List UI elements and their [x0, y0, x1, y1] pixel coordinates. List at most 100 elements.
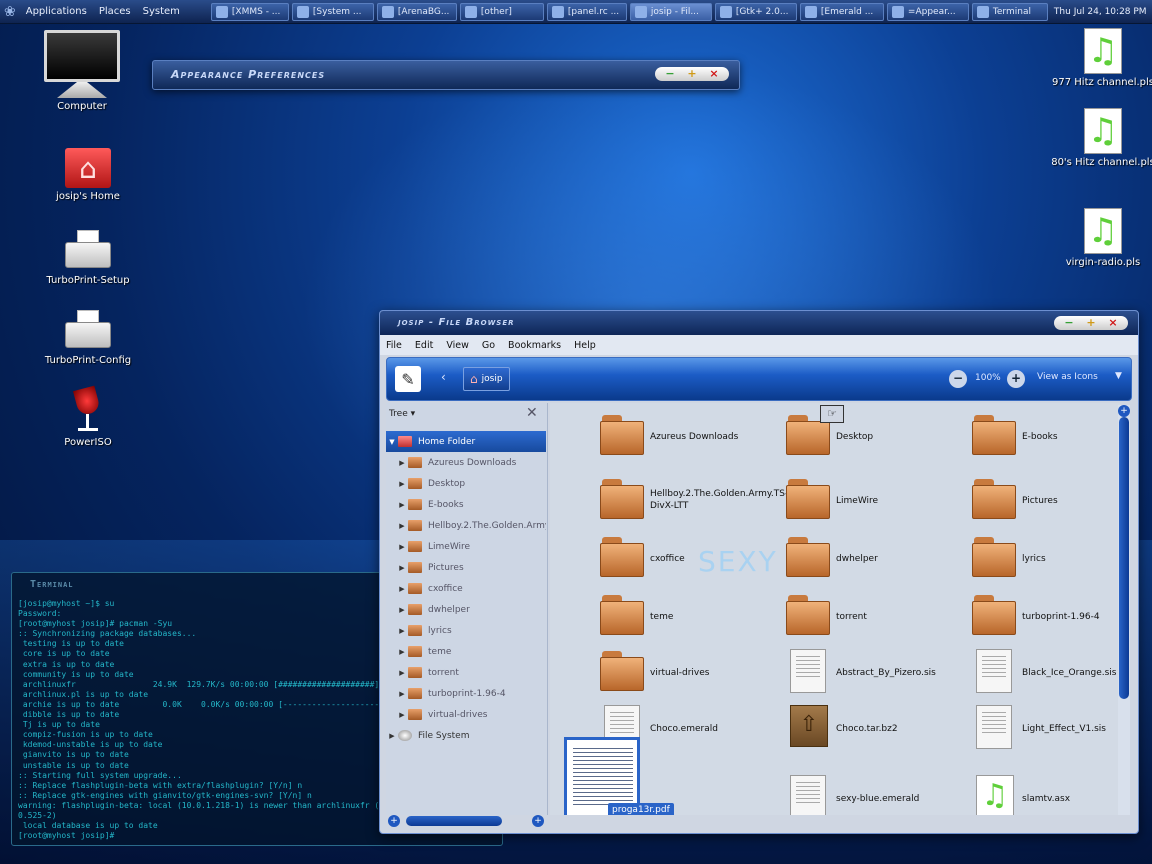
minimize-button[interactable]: − [659, 67, 681, 81]
expander-right-icon[interactable]: ▶ [396, 522, 408, 530]
scrollbar-thumb[interactable] [1119, 417, 1129, 699]
folder-item[interactable]: virtual-drives [600, 647, 786, 703]
tree-item[interactable]: ▶ File System [386, 725, 546, 746]
menu-view[interactable]: View [446, 340, 469, 351]
taskbar-button[interactable]: [XMMS - ... [210, 2, 289, 21]
expander-right-icon[interactable]: ▶ [396, 711, 408, 719]
tree-item[interactable]: ▶ cxoffice [386, 578, 546, 599]
scrollbar-thumb[interactable] [406, 816, 502, 826]
terminal-output[interactable]: [josip@myhost ~]$ su Password: [root@myhos… [18, 599, 408, 841]
folder-item[interactable]: dwhelper [786, 533, 972, 589]
folder-item[interactable]: Azureus Downloads [600, 411, 786, 467]
appearance-preferences-window[interactable]: Appearance Preferences − + × [152, 60, 740, 90]
file-item[interactable]: Abstract_By_Pizero.sis [786, 647, 972, 703]
desktop-icon-home[interactable]: josip's Home [33, 148, 143, 202]
taskbar-button[interactable]: josip - Fil... [629, 2, 712, 21]
desktop-icon-poweriso[interactable]: PowerISO [33, 385, 143, 448]
tree-item[interactable]: ▶ Hellboy.2.The.Golden.Army.T [386, 515, 546, 536]
vertical-scrollbar[interactable]: + [1118, 405, 1130, 815]
tree-item[interactable]: ▶ torrent [386, 662, 546, 683]
expander-right-icon[interactable]: ▶ [396, 627, 408, 635]
view-mode-select[interactable]: View as Icons [1037, 372, 1098, 382]
expander-right-icon[interactable]: ▶ [396, 648, 408, 656]
tree-item[interactable]: ▶ E-books [386, 494, 546, 515]
zoom-out-icon[interactable]: − [949, 370, 967, 388]
zoom-level[interactable]: 100% [975, 373, 1001, 383]
horizontal-scrollbar[interactable]: + + [388, 815, 544, 827]
tree-item[interactable]: ▶ lyrics [386, 620, 546, 641]
file-item[interactable]: Light_Effect_V1.sis [972, 703, 1120, 759]
menu-go[interactable]: Go [482, 340, 495, 351]
tree-item[interactable]: ▶ Desktop [386, 473, 546, 494]
file-item[interactable]: Black_Ice_Orange.sis [972, 647, 1120, 703]
minimize-button[interactable]: − [1058, 316, 1080, 330]
file-browser-window[interactable]: josip - File Browser − + × File Edit Vie… [379, 310, 1139, 834]
folder-item[interactable]: lyrics [972, 533, 1120, 589]
file-item[interactable]: proga13r.pdf [564, 737, 786, 815]
breadcrumb-home[interactable]: ⌂ josip [463, 367, 510, 391]
tree-item[interactable]: ▼ Home Folder [386, 431, 546, 452]
folder-item[interactable]: Pictures [972, 475, 1120, 531]
folder-item[interactable]: turboprint-1.96-4 [972, 591, 1120, 647]
expander-right-icon[interactable]: ▶ [396, 585, 408, 593]
file-item[interactable]: Choco.tar.bz2 [786, 703, 972, 759]
menu-help[interactable]: Help [574, 340, 596, 351]
taskbar-button[interactable]: [ArenaBG... [376, 2, 457, 21]
expander-right-icon[interactable]: ▶ [396, 543, 408, 551]
folder-item[interactable]: Hellboy.2.The.Golden.Army.TS-DivX-LTT [600, 475, 788, 531]
chevron-down-icon[interactable]: ▼ [1115, 371, 1122, 381]
taskbar-button[interactable]: Terminal [971, 2, 1048, 21]
expander-right-icon[interactable]: ▶ [386, 732, 398, 740]
tree-item[interactable]: ▶ virtual-drives [386, 704, 546, 725]
scroll-up-button[interactable]: + [1118, 405, 1130, 417]
menu-system[interactable]: System [137, 6, 186, 17]
menu-applications[interactable]: Applications [20, 6, 93, 17]
tree-item[interactable]: ▶ LimeWire [386, 536, 546, 557]
expander-right-icon[interactable]: ▶ [396, 606, 408, 614]
back-arrow-icon[interactable]: ‹ [441, 370, 446, 384]
close-sidebar-icon[interactable]: ✕ [526, 405, 538, 421]
sidebar-mode-select[interactable]: Tree ▾ [389, 409, 415, 419]
folder-item[interactable]: E-books [972, 411, 1120, 467]
desktop-icon-turboprint-config[interactable]: TurboPrint-Config [33, 310, 143, 366]
scroll-left-button[interactable]: + [388, 815, 400, 827]
expander-down-icon[interactable]: ▼ [386, 438, 398, 446]
expander-right-icon[interactable]: ▶ [396, 564, 408, 572]
taskbar-button[interactable]: [Gtk+ 2.0... [714, 2, 797, 21]
folder-item[interactable]: teme [600, 591, 786, 647]
tree-item[interactable]: ▶ Pictures [386, 557, 546, 578]
expander-right-icon[interactable]: ▶ [396, 669, 408, 677]
window-title[interactable]: Appearance Preferences [171, 68, 325, 81]
file-item[interactable]: sexy-blue.emerald [786, 773, 972, 815]
taskbar-button[interactable]: [Emerald ... [799, 2, 884, 21]
close-button[interactable]: × [1102, 316, 1124, 330]
folder-item[interactable]: Desktop [786, 411, 972, 467]
taskbar-button[interactable]: [panel.rc ... [546, 2, 627, 21]
expander-right-icon[interactable]: ▶ [396, 459, 408, 467]
menu-places[interactable]: Places [93, 6, 137, 17]
maximize-button[interactable]: + [1080, 316, 1102, 330]
close-button[interactable]: × [703, 67, 725, 81]
menu-file[interactable]: File [386, 340, 402, 351]
expander-right-icon[interactable]: ▶ [396, 501, 408, 509]
edit-location-icon[interactable]: ✎ [395, 366, 421, 392]
clock[interactable]: Thu Jul 24, 10:28 PM [1054, 7, 1147, 17]
file-browser-titlebar[interactable]: josip - File Browser − + × [380, 311, 1138, 335]
desktop-icon-computer[interactable]: Computer [27, 30, 137, 112]
expander-right-icon[interactable]: ▶ [396, 690, 408, 698]
menu-bookmarks[interactable]: Bookmarks [508, 340, 561, 351]
file-icon-view[interactable]: SEXY Azureus Downloads Desktop E-books Hell… [550, 403, 1120, 815]
zoom-in-icon[interactable]: + [1007, 370, 1025, 388]
desktop-icon-80s-hitz[interactable]: 80's Hitz channel.pls [1048, 108, 1152, 168]
taskbar-button[interactable]: [System ... [291, 2, 374, 21]
file-item[interactable]: slamtv.asx [972, 773, 1120, 815]
scroll-right-button[interactable]: + [532, 815, 544, 827]
desktop-icon-977-hitz[interactable]: 977 Hitz channel.pls [1048, 28, 1152, 88]
tree-item[interactable]: ▶ dwhelper [386, 599, 546, 620]
expander-right-icon[interactable]: ▶ [396, 480, 408, 488]
tree-item[interactable]: ▶ turboprint-1.96-4 [386, 683, 546, 704]
desktop-icon-turboprint-setup[interactable]: TurboPrint-Setup [33, 230, 143, 286]
tree-item[interactable]: ▶ Azureus Downloads [386, 452, 546, 473]
folder-item[interactable]: LimeWire [786, 475, 972, 531]
folder-item[interactable]: torrent [786, 591, 972, 647]
